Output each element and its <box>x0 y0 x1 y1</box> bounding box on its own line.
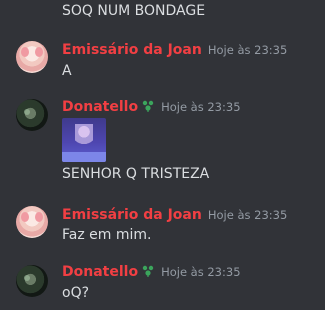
timestamp: Hoje às 23:35 <box>161 100 241 114</box>
author-name[interactable]: Emissário da Joan <box>62 42 202 58</box>
message-header: Donatello Hoje às 23:35 <box>62 263 241 283</box>
leaf-badge-icon <box>141 264 155 283</box>
message-text: A <box>62 63 72 79</box>
message-text: Faz em mim. <box>62 227 152 243</box>
author-name[interactable]: Donatello <box>62 99 138 115</box>
avatar[interactable] <box>16 206 48 238</box>
image-attachment[interactable] <box>62 118 106 162</box>
author-name[interactable]: Emissário da Joan <box>62 207 202 223</box>
message-text: SOQ NUM BONDAGE <box>62 3 206 19</box>
timestamp: Hoje às 23:35 <box>207 208 288 222</box>
message-header: Emissário da Joan Hoje às 23:35 <box>62 206 287 224</box>
message-header: Emissário da Joan Hoje às 23:35 <box>62 41 287 59</box>
author-name[interactable]: Donatello <box>62 264 138 280</box>
avatar[interactable] <box>16 99 48 131</box>
timestamp: Hoje às 23:35 <box>207 43 288 57</box>
timestamp: Hoje às 23:35 <box>161 265 241 279</box>
message-header: Donatello Hoje às 23:35 <box>62 98 241 118</box>
message-text: oQ? <box>62 285 90 301</box>
avatar[interactable] <box>16 265 48 297</box>
avatar[interactable] <box>16 41 48 73</box>
message-text: SENHOR Q TRISTEZA <box>62 166 210 182</box>
leaf-badge-icon <box>141 99 155 118</box>
